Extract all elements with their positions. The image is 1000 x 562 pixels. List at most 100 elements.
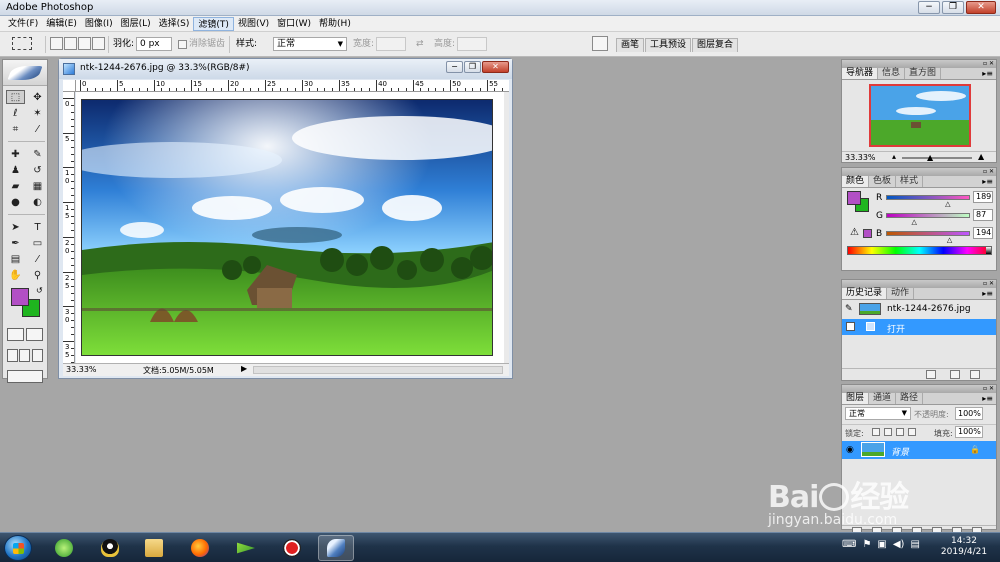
screen-icon[interactable]: ▣ [877, 539, 886, 550]
tab-swatches[interactable]: 色板 [869, 176, 897, 187]
blue-slider-thumb[interactable]: △ [947, 236, 952, 244]
standard-mode-icon[interactable] [7, 328, 24, 341]
marquee-tool-icon[interactable]: ⬚ [6, 90, 25, 104]
dodge-tool-icon[interactable]: ◐ [28, 195, 47, 209]
zoom-tool-icon[interactable]: ⚲ [28, 268, 47, 282]
tab-history[interactable]: 历史记录 [842, 288, 888, 299]
clock[interactable]: 14:32 2019/4/21 [936, 536, 992, 558]
clone-stamp-tool-icon[interactable]: ♟ [6, 163, 25, 177]
tab-navigator[interactable]: 导航器 [842, 68, 879, 79]
blend-mode-select[interactable]: 正常 ▼ [845, 407, 911, 420]
lock-position-icon[interactable] [896, 428, 904, 436]
history-source-checkbox[interactable] [846, 322, 855, 331]
menu-file[interactable]: 文件(F) [4, 17, 42, 31]
vertical-scrollbar[interactable] [504, 92, 509, 363]
lasso-tool-icon[interactable]: ℓ [6, 106, 25, 120]
screen-mode-standard-icon[interactable] [6, 349, 18, 362]
tab-layers[interactable]: 图层 [842, 393, 870, 404]
menu-layer[interactable]: 图层(L) [117, 17, 155, 31]
height-input[interactable] [457, 37, 487, 51]
menu-view[interactable]: 视图(V) [234, 17, 273, 31]
history-brush-icon[interactable]: ✎ [845, 304, 853, 314]
panel-grip[interactable]: ▫ ✕ [842, 385, 996, 393]
notes-tool-icon[interactable]: ▤ [6, 252, 25, 266]
green-slider-thumb[interactable]: △ [912, 218, 917, 226]
horizontal-scrollbar[interactable] [253, 366, 503, 374]
keyboard-icon[interactable]: ⌨ [842, 539, 856, 550]
foreground-color-swatch[interactable] [11, 288, 29, 306]
play-arrow-icon[interactable]: ▶ [241, 364, 247, 373]
red-slider-thumb[interactable]: △ [945, 200, 950, 208]
panel-close-icon[interactable]: ▫ ✕ [983, 385, 994, 393]
canvas-area[interactable] [76, 92, 509, 363]
tab-styles[interactable]: 样式 [896, 176, 924, 187]
menu-select[interactable]: 选择(S) [155, 17, 194, 31]
new-document-from-state-icon[interactable] [926, 370, 936, 379]
panel-menu-icon[interactable]: ▸≡ [982, 177, 993, 186]
subtract-selection-icon[interactable] [78, 37, 91, 50]
new-snapshot-icon[interactable] [950, 370, 960, 379]
network-icon[interactable]: ▤ [910, 539, 919, 550]
type-tool-icon[interactable]: T [28, 220, 47, 234]
jump-to-imageready-icon[interactable] [7, 370, 43, 383]
tab-color[interactable]: 颜色 [842, 176, 870, 187]
quick-mask-mode-icon[interactable] [26, 328, 43, 341]
document-minimize-button[interactable]: − [446, 61, 463, 73]
lock-all-icon[interactable] [908, 428, 916, 436]
width-input[interactable] [376, 37, 406, 51]
menu-window[interactable]: 窗口(W) [273, 17, 315, 31]
start-button[interactable] [4, 535, 32, 561]
trash-icon[interactable] [970, 370, 980, 379]
dock-tab-tool-presets[interactable]: 工具预设 [645, 38, 692, 52]
zoom-slider-thumb[interactable]: ▲ [927, 153, 933, 162]
history-brush-tool-icon[interactable]: ↺ [28, 163, 47, 177]
magic-wand-tool-icon[interactable]: ✶ [28, 106, 47, 120]
taskbar-app-photoshop[interactable] [318, 535, 354, 561]
eraser-tool-icon[interactable]: ▰ [6, 179, 25, 193]
path-selection-tool-icon[interactable]: ➤ [6, 220, 25, 234]
document-maximize-button[interactable]: ❐ [464, 61, 481, 73]
style-select[interactable]: 正常 ▼ [273, 37, 347, 51]
color-ramp[interactable] [847, 246, 992, 255]
volume-icon[interactable]: ◀) [893, 539, 905, 550]
menu-help[interactable]: 帮助(H) [315, 17, 355, 31]
tab-histogram[interactable]: 直方图 [905, 68, 942, 79]
screen-mode-full-menu-icon[interactable] [19, 349, 31, 362]
tab-channels[interactable]: 通道 [869, 393, 897, 404]
navigator-view-box[interactable] [869, 84, 971, 147]
brush-tool-icon[interactable]: ✎ [28, 147, 47, 161]
fill-input[interactable]: 100% [955, 426, 983, 438]
menu-edit[interactable]: 编辑(E) [42, 17, 81, 31]
opacity-input[interactable]: 100% [955, 407, 983, 420]
add-selection-icon[interactable] [64, 37, 77, 50]
gamut-warning-icon[interactable]: ⚠ [850, 227, 859, 238]
panel-grip[interactable]: ▫ ✕ [842, 168, 996, 176]
dock-tab-brushes[interactable]: 画笔 [616, 38, 645, 52]
history-step-open[interactable]: 打开 [842, 319, 996, 335]
document-title-bar[interactable]: ntk-1244-2676.jpg @ 33.3%(RGB/8#) − ❐ ✕ [59, 59, 512, 79]
lock-transparency-icon[interactable] [872, 428, 880, 436]
pen-tool-icon[interactable]: ✒ [6, 236, 25, 250]
intersect-selection-icon[interactable] [92, 37, 105, 50]
panel-menu-icon[interactable]: ▸≡ [982, 289, 993, 298]
taskbar-app-360[interactable] [46, 535, 82, 561]
blue-slider[interactable] [886, 231, 970, 236]
tab-info[interactable]: 信息 [878, 68, 906, 79]
visibility-eye-icon[interactable]: ◉ [846, 445, 854, 455]
taskbar-app-qq[interactable] [92, 535, 128, 561]
panel-close-icon[interactable]: ▫ ✕ [983, 168, 994, 176]
eyedropper-tool-icon[interactable]: ⁄ [28, 252, 47, 266]
zoom-in-icon[interactable]: ▲ [978, 152, 984, 161]
red-value[interactable]: 189 [973, 191, 993, 203]
zoom-level[interactable]: 33.33% [66, 365, 97, 374]
gamut-swatch[interactable] [863, 229, 872, 238]
feather-input[interactable]: 0 px [136, 37, 172, 51]
black-white-ramp[interactable] [986, 247, 991, 254]
tab-actions[interactable]: 动作 [887, 288, 915, 299]
document-close-button[interactable]: ✕ [482, 61, 509, 73]
maximize-button[interactable]: ❐ [942, 1, 964, 14]
action-center-flag-icon[interactable]: ⚑ [862, 539, 871, 550]
menu-image[interactable]: 图像(I) [81, 17, 117, 31]
lock-pixels-icon[interactable] [884, 428, 892, 436]
taskbar-app-explorer[interactable] [136, 535, 172, 561]
